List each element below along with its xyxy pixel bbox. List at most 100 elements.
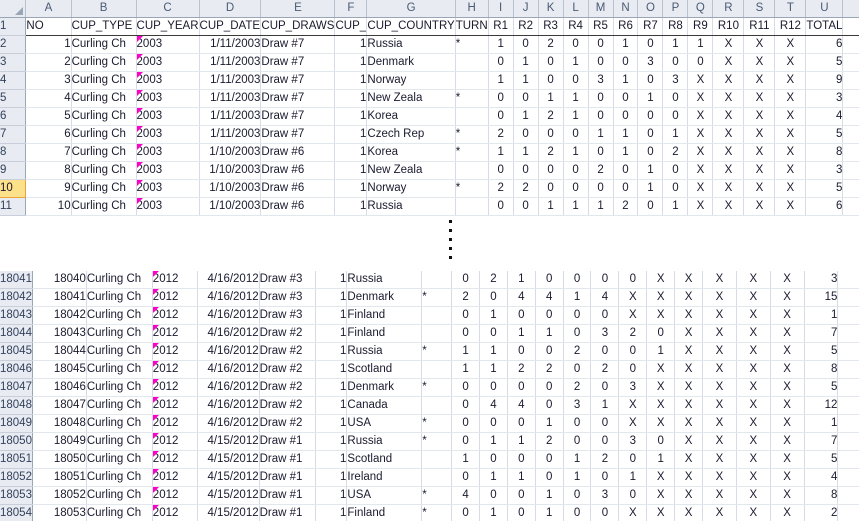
cell-end-r4[interactable]: 0 [535,342,564,361]
cell-cup_[interactable]: 1 [334,71,368,90]
cell-end-r5[interactable]: 0 [563,271,592,289]
cell-total[interactable]: 3 [805,89,844,108]
cell-end-r6[interactable]: 0 [590,378,620,397]
cell-end-r4[interactable]: 0 [563,161,589,180]
cell-cup_year[interactable]: 2012 [152,360,198,379]
cell-end-r2[interactable]: 1 [513,143,539,162]
cell-end-r3[interactable]: 0 [507,414,536,433]
cell-cup_year[interactable]: 2003 [136,197,200,216]
cell-cup_[interactable]: 1 [334,179,368,198]
cell-end-r6[interactable]: 4 [590,288,620,307]
cell-end-r2[interactable]: 1 [479,342,508,361]
cell-end-r11[interactable]: X [743,197,776,216]
cell-end-r11[interactable]: X [743,71,776,90]
cell-cup_year[interactable]: 2012 [152,468,198,487]
cell-no[interactable]: 18049 [32,432,87,451]
cell-cup_type[interactable]: Curling Ch [86,342,153,361]
row-header-1[interactable]: 1 [0,17,27,36]
cell-end-r10[interactable]: X [702,360,737,379]
cell-cup_[interactable]: 1 [315,432,348,451]
cell-total[interactable]: 5 [804,450,839,469]
cell-end-r3[interactable]: 0 [538,161,564,180]
cell-end-r12[interactable]: X [770,324,805,343]
cell-turn[interactable] [455,161,489,180]
select-all-corner[interactable] [0,0,27,18]
cell-end-r6[interactable]: 1 [590,396,620,415]
cell-end-r7[interactable]: 3 [637,53,664,72]
cell-end-r6[interactable]: 2 [590,450,620,469]
cell-cup_[interactable]: 1 [334,89,368,108]
cell-cup_country[interactable]: Finland [346,504,423,521]
cell-end-r10[interactable]: X [712,35,745,54]
table-row[interactable]: 11 10 Curling Ch 2003 1/10/2003 Draw #6 1 Russi… [0,197,859,216]
cell-end-r1[interactable]: 0 [488,89,514,108]
cell-end-r8[interactable]: 2 [662,143,689,162]
cell-cup_year[interactable]: 2012 [152,378,198,397]
cell-end-r7[interactable]: 1 [637,179,664,198]
cell-cup_country[interactable]: Russia [366,197,456,216]
cell-total[interactable]: 6 [805,197,844,216]
cell-end-r7[interactable]: X [618,414,648,433]
cell-cup_country[interactable]: Scotland [346,450,423,469]
cell-cup_draws[interactable]: Draw #3 [259,271,316,289]
cell-end-r9[interactable]: X [687,107,714,126]
cell-end-r4[interactable]: 0 [535,450,564,469]
cell-end-r7[interactable]: X [618,504,648,521]
cell-cup_draws[interactable]: Draw #2 [259,396,316,415]
cell-end-r9[interactable]: X [674,450,704,469]
cell-end-r3[interactable]: 0 [507,450,536,469]
cell-end-r6[interactable]: 0 [590,468,620,487]
cell-cup_type[interactable]: Curling Ch [86,396,153,415]
cell-end-r9[interactable]: X [687,125,714,144]
cell-end-r2[interactable]: 4 [479,396,508,415]
cell-turn[interactable] [455,53,489,72]
cell-cup_year[interactable]: 2012 [152,504,198,521]
cell-end-r11[interactable]: X [736,468,771,487]
row-header-18047[interactable]: 18047 [0,378,33,397]
cell-end-r4[interactable]: 1 [563,89,589,108]
cell-total[interactable]: 1 [804,414,839,433]
cell-turn[interactable]: * [421,378,453,397]
cell-end-r10[interactable]: X [702,342,737,361]
cell-cup_date[interactable]: 4/15/2012 [197,432,260,451]
cell-end-r11[interactable]: X [736,342,771,361]
cell-end-r3[interactable]: 0 [538,179,564,198]
cell-end-r1[interactable]: 0 [451,396,480,415]
cell-end-r10[interactable]: X [702,271,737,289]
cell-end-r1[interactable]: 0 [488,197,514,216]
cell-cup_year[interactable]: 2012 [152,342,198,361]
cell-end-r6[interactable]: 1 [613,35,639,54]
cell-end-r12[interactable]: X [774,179,807,198]
cell-end-r11[interactable]: X [736,432,771,451]
cell-end-r8[interactable]: X [646,288,676,307]
cell-end-r9[interactable]: X [674,324,704,343]
cell-end-r1[interactable]: 0 [451,432,480,451]
cell-end-r7[interactable]: 3 [618,378,648,397]
cell-end-r3[interactable]: 1 [507,432,536,451]
cell-end-r4[interactable]: 0 [563,179,589,198]
cell-cup_date[interactable]: 4/16/2012 [197,271,260,289]
cell-end-r7[interactable]: 0 [637,35,664,54]
cell-cup_date[interactable]: 1/11/2003 [199,89,262,108]
cell-end-r2[interactable]: 0 [479,324,508,343]
cell-end-r10[interactable]: X [712,143,745,162]
cell-end-r4[interactable]: 0 [563,35,589,54]
cell-end-r10[interactable]: X [712,161,745,180]
cell-cup_draws[interactable]: Draw #1 [259,486,316,505]
table-row[interactable]: 2 1 Curling Ch 2003 1/11/2003 Draw #7 1 Russia *… [0,35,859,54]
cell-end-r5[interactable]: 0 [588,107,614,126]
cell-end-r9[interactable]: X [687,179,714,198]
column-header-g[interactable]: G [366,0,456,18]
cell-end-r1[interactable]: 0 [488,53,514,72]
cell-end-r3[interactable]: 1 [538,197,564,216]
cell-end-r4[interactable]: 0 [535,468,564,487]
cell-cup_draws[interactable]: Draw #7 [260,125,336,144]
cell-cup_[interactable]: 1 [315,306,348,325]
cell-turn[interactable] [421,468,453,487]
cell-cup_date[interactable]: 1/10/2003 [199,179,262,198]
cell-cup_draws[interactable]: Draw #6 [260,179,336,198]
cell-end-r5[interactable]: 0 [588,35,614,54]
cell-end-r2[interactable]: 0 [479,288,508,307]
table-row[interactable]: 18042 18041 Curling Ch 2012 4/16/2012 Draw #3… [0,288,859,307]
cell-cup_type[interactable]: Curling Ch [86,414,153,433]
